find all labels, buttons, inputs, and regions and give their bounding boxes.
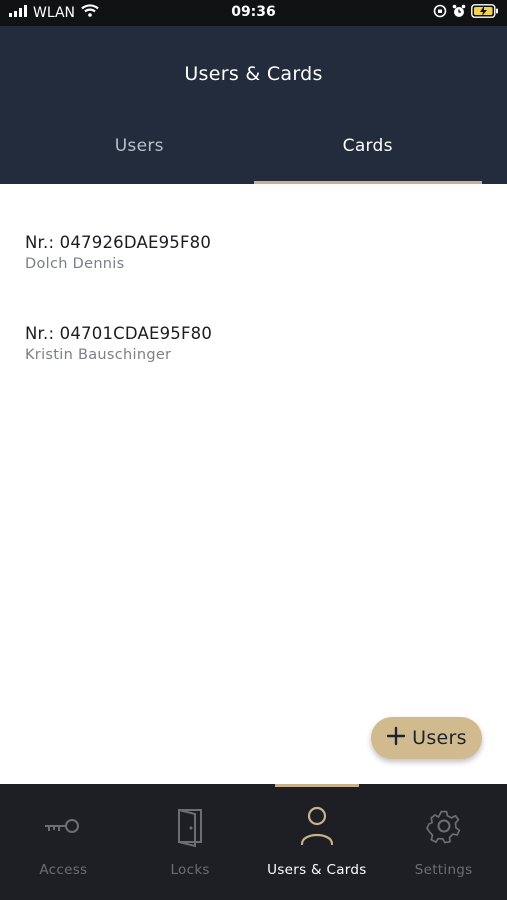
card-number: Nr.: 04701CDAE95F80 [25, 324, 213, 343]
nav-label: Settings [414, 862, 473, 878]
nav-item-access[interactable]: Access [0, 784, 127, 900]
status-time: 09:36 [231, 4, 276, 20]
add-users-button[interactable]: Users [371, 717, 482, 759]
status-right [433, 4, 499, 22]
alarm-icon [452, 4, 466, 22]
card-number: Nr.: 047926DAE95F80 [25, 233, 212, 252]
nav-label: Locks [170, 862, 210, 878]
orientation-lock-icon [433, 4, 447, 22]
plus-icon [386, 726, 406, 750]
list-item[interactable]: Nr.: 047926DAE95F80 Dolch Dennis [25, 233, 465, 289]
gear-icon [380, 804, 507, 848]
status-bar: WLAN 09:36 [0, 0, 507, 26]
card-owner: Dolch Dennis [25, 256, 125, 272]
tab-users-label: Users [114, 136, 164, 156]
nav-item-settings[interactable]: Settings [380, 784, 507, 900]
nav-item-locks[interactable]: Locks [127, 784, 254, 900]
tab-users[interactable]: Users [25, 126, 254, 184]
page-title: Users & Cards [184, 63, 323, 85]
bottom-nav: Access Locks Users & Cards Settings [0, 784, 507, 900]
nav-label: Access [39, 862, 88, 878]
add-users-label: Users [412, 727, 467, 749]
card-owner: Kristin Bauschinger [25, 347, 172, 363]
tab-cards[interactable]: Cards [253, 126, 482, 184]
tab-active-indicator [253, 181, 482, 184]
nav-label: Users & Cards [267, 862, 367, 878]
user-icon [254, 804, 381, 848]
nav-active-indicator [274, 784, 360, 787]
tab-bar: Users Cards [25, 126, 482, 184]
battery-charging-icon [471, 4, 499, 22]
header: Users & Cards Users Cards [0, 26, 507, 184]
tab-cards-label: Cards [342, 136, 393, 156]
key-icon [0, 804, 127, 848]
nav-item-users-cards[interactable]: Users & Cards [254, 784, 381, 900]
door-icon [127, 804, 254, 848]
list-item[interactable]: Nr.: 04701CDAE95F80 Kristin Bauschinger [25, 324, 465, 380]
